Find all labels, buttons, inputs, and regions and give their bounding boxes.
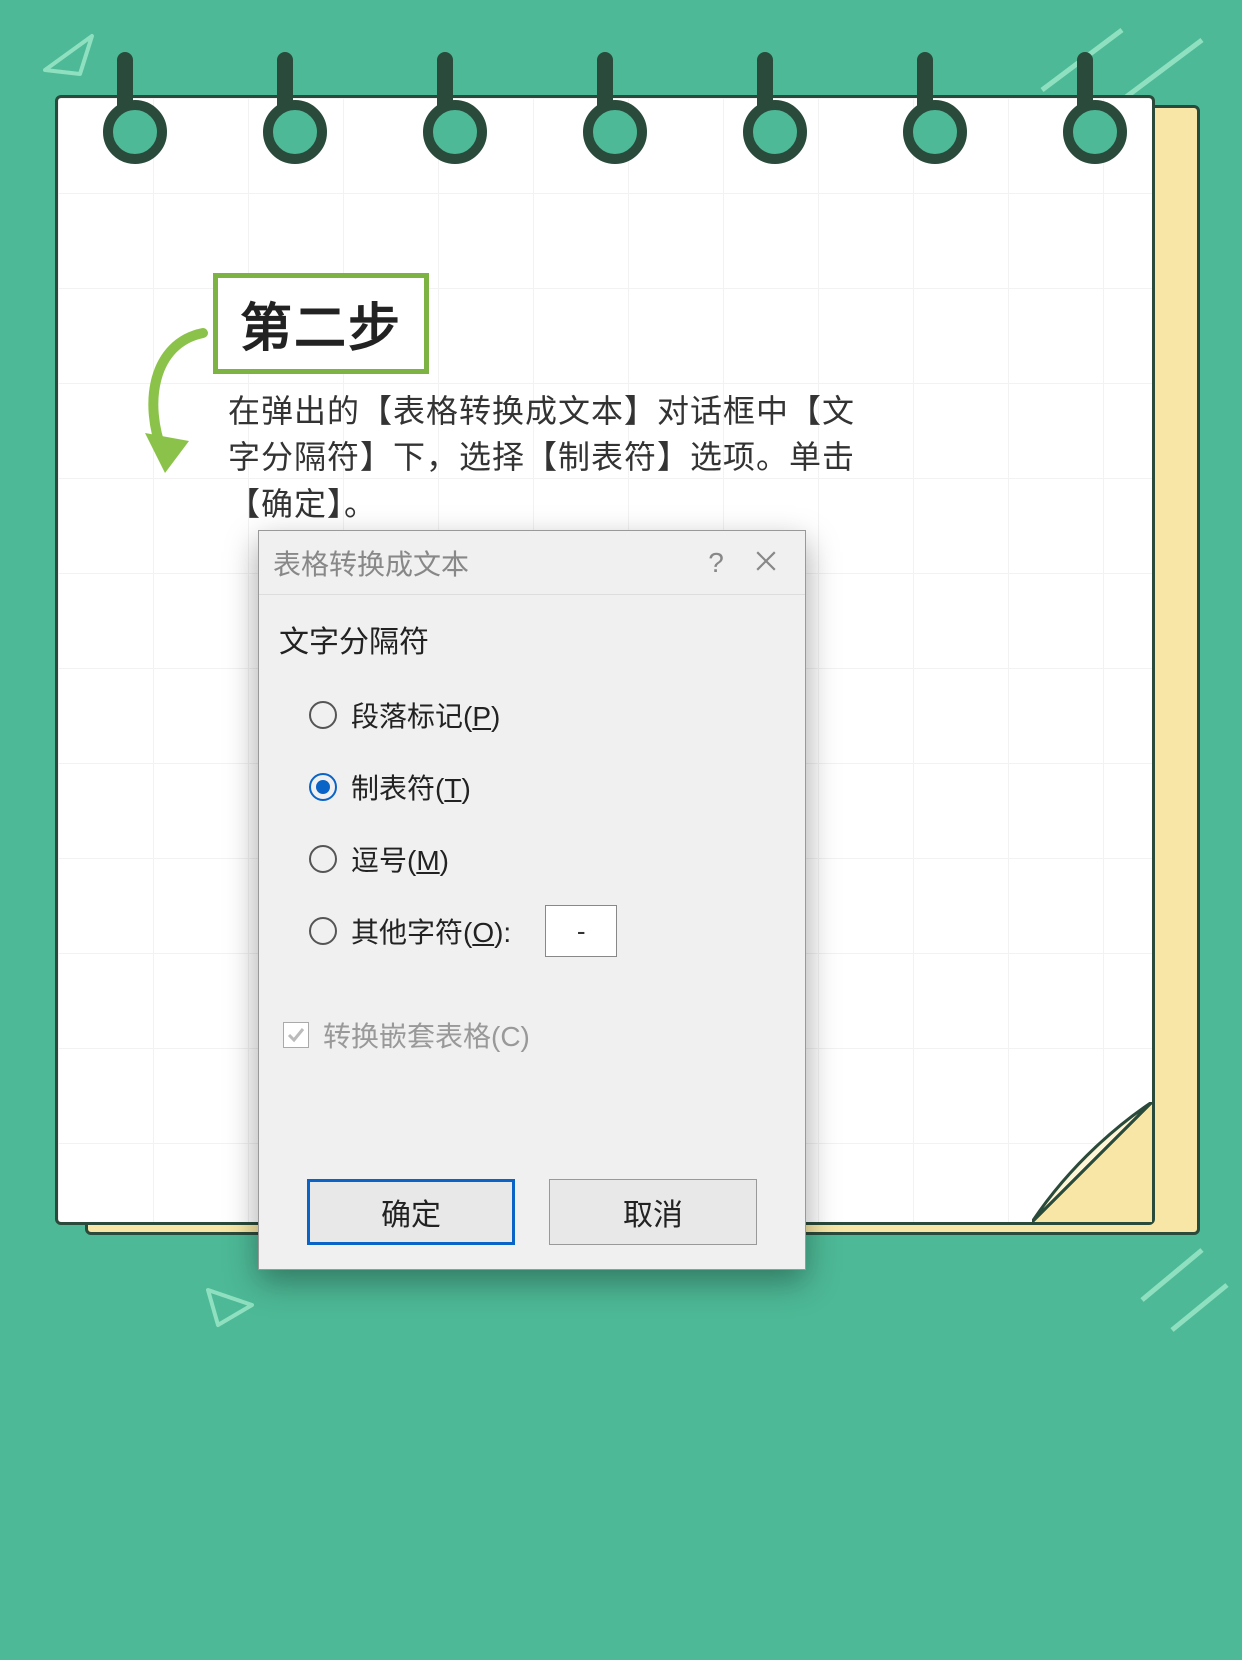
instruction-text: 在弹出的【表格转换成文本】对话框中【文字分隔符】下，选择【制表符】选项。单击【确… <box>228 388 873 527</box>
step-title: 第二步 <box>240 300 402 358</box>
cancel-button[interactable]: 取消 <box>549 1179 757 1245</box>
dialog-button-row: 确定 取消 <box>259 1179 805 1245</box>
close-icon <box>755 550 777 572</box>
notepad: 第二步 在弹出的【表格转换成文本】对话框中【文字分隔符】下，选择【制表符】选项。… <box>55 95 1155 1225</box>
radio-label: 逗号(M) <box>351 839 449 879</box>
separator-group-label: 文字分隔符 <box>279 617 785 661</box>
radio-label: 段落标记(P) <box>351 695 500 735</box>
spiral-binders <box>70 52 1140 152</box>
separator-radio-group: 段落标记(P) 制表符(T) 逗号(M) <box>279 679 785 967</box>
dialog-title: 表格转换成文本 <box>273 543 691 583</box>
decor-lines-bottom-right <box>1132 1240 1232 1340</box>
decor-triangle-bottom <box>200 1280 260 1330</box>
dialog-titlebar: 表格转换成文本 ? <box>259 531 805 595</box>
radio-icon <box>309 917 337 945</box>
binder-ring-icon <box>415 52 475 152</box>
dialog-help-button[interactable]: ? <box>691 547 741 579</box>
step-title-box: 第二步 <box>213 273 429 374</box>
ok-button[interactable]: 确定 <box>307 1179 515 1245</box>
curved-arrow-icon <box>133 323 233 483</box>
radio-tab[interactable]: 制表符(T) <box>309 751 785 823</box>
radio-icon <box>309 845 337 873</box>
radio-label: 其他字符(O): <box>351 911 511 951</box>
convert-nested-tables-checkbox[interactable]: 转换嵌套表格(C) <box>279 1015 785 1055</box>
checkbox-icon <box>283 1022 309 1048</box>
radio-icon <box>309 773 337 801</box>
radio-label: 制表符(T) <box>351 767 471 807</box>
binder-ring-icon <box>1055 52 1115 152</box>
radio-icon <box>309 701 337 729</box>
binder-ring-icon <box>255 52 315 152</box>
convert-table-to-text-dialog: 表格转换成文本 ? 文字分隔符 段落标记(P) 制表符(T) <box>258 530 806 1270</box>
binder-ring-icon <box>95 52 155 152</box>
radio-paragraph[interactable]: 段落标记(P) <box>309 679 785 751</box>
binder-ring-icon <box>575 52 635 152</box>
dialog-close-button[interactable] <box>741 547 791 579</box>
other-character-input[interactable] <box>545 905 617 957</box>
binder-ring-icon <box>895 52 955 152</box>
dialog-body: 文字分隔符 段落标记(P) 制表符(T) <box>259 595 805 1065</box>
radio-comma[interactable]: 逗号(M) <box>309 823 785 895</box>
radio-other[interactable]: 其他字符(O): <box>309 895 785 967</box>
page-curl-icon <box>1032 1102 1152 1222</box>
binder-ring-icon <box>735 52 795 152</box>
checkbox-label: 转换嵌套表格(C) <box>323 1015 530 1055</box>
